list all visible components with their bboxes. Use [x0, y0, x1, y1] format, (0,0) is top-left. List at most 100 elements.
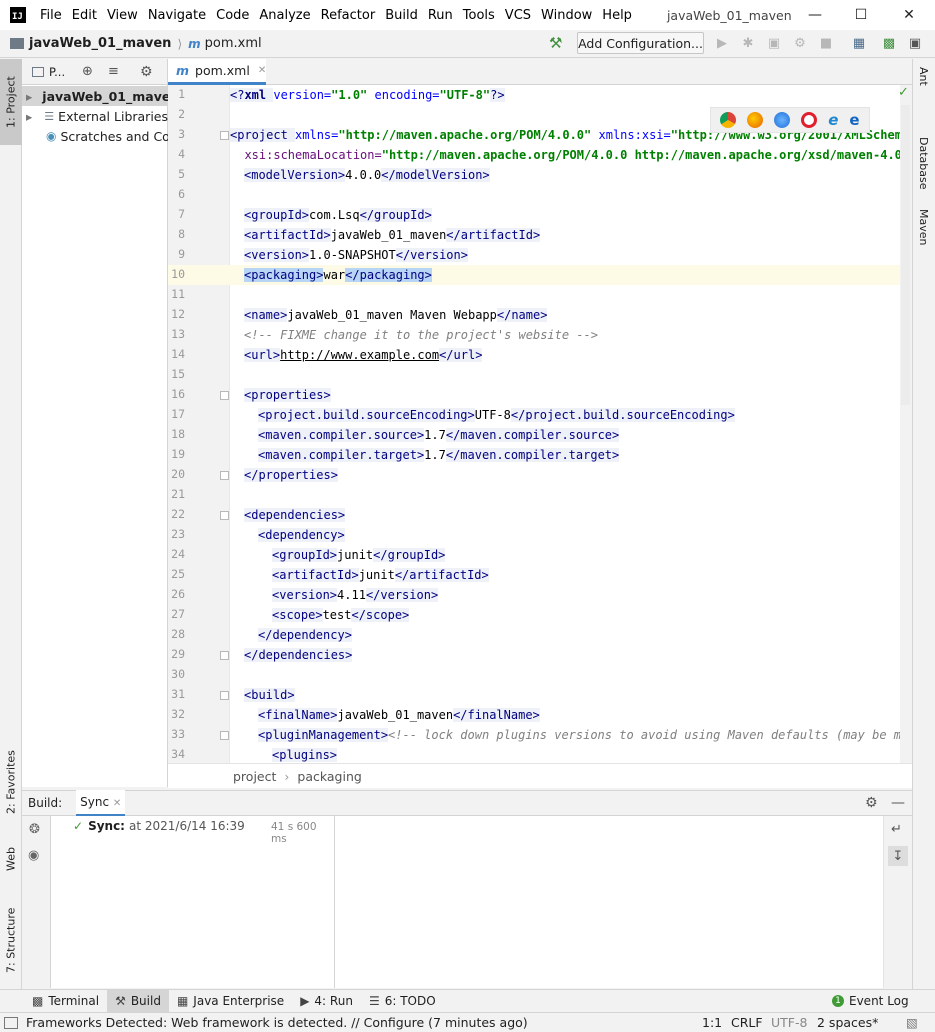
menu-help[interactable]: Help: [602, 8, 632, 23]
build-tree: ✓ Sync: at 2021/6/14 16:39 41 s 600 ms: [51, 816, 335, 988]
line-number: 1: [178, 87, 185, 101]
tab-structure[interactable]: 7: Structure: [0, 895, 22, 985]
safari-icon[interactable]: [774, 112, 791, 128]
menu-window[interactable]: Window: [541, 8, 592, 23]
line-number: 23: [171, 527, 185, 541]
close-tab-icon[interactable]: ✕: [258, 65, 266, 76]
fold-marker-icon[interactable]: [220, 691, 229, 700]
expand-arrow-icon[interactable]: ▸: [26, 89, 32, 104]
minimize-icon[interactable]: —: [792, 0, 838, 30]
ie-icon[interactable]: e: [828, 111, 838, 129]
gear-icon[interactable]: ⚙: [865, 795, 878, 811]
debug-icon[interactable]: ✱: [738, 33, 758, 53]
line-separator[interactable]: CRLF: [731, 1015, 763, 1030]
hide-panel-icon[interactable]: —: [891, 795, 905, 811]
tree-item-project[interactable]: ▸ javaWeb_01_maven: [22, 86, 168, 106]
fold-marker-icon[interactable]: [220, 391, 229, 400]
tab-project[interactable]: 1: Project: [0, 59, 22, 145]
toolwindow-label: Java Enterprise: [193, 994, 285, 1008]
fold-marker-icon[interactable]: [220, 131, 229, 140]
soft-wrap-icon[interactable]: ↵: [891, 822, 902, 837]
add-configuration-button[interactable]: Add Configuration...: [577, 32, 704, 54]
java-enterprise-icon: ▦: [176, 994, 189, 1008]
breadcrumb-packaging[interactable]: packaging: [297, 769, 361, 784]
menu-edit[interactable]: Edit: [72, 8, 97, 23]
chrome-icon[interactable]: [720, 112, 737, 128]
menu-navigate[interactable]: Navigate: [148, 8, 206, 23]
scroll-to-end-icon[interactable]: ↧: [888, 846, 908, 866]
maximize-icon[interactable]: ☐: [838, 0, 884, 30]
edge-icon[interactable]: e: [849, 111, 859, 129]
menu-view[interactable]: View: [107, 8, 138, 23]
tab-pom-xml[interactable]: m pom.xml ✕: [168, 59, 266, 85]
toggle-toolbar-icon[interactable]: ▣: [905, 33, 925, 53]
toolwindow-label: Terminal: [48, 994, 100, 1008]
stop-icon[interactable]: ■: [816, 33, 836, 53]
code-line: </dependency>: [258, 628, 352, 642]
toolwindow-todo[interactable]: ☰ 6: TODO: [361, 990, 444, 1013]
run-icon[interactable]: ▶: [712, 33, 732, 53]
menu-file[interactable]: File: [40, 8, 62, 23]
toolwindow-build[interactable]: ⚒ Build: [107, 989, 169, 1013]
fold-marker-icon[interactable]: [220, 511, 229, 520]
toolwindow-run[interactable]: ▶ 4: Run: [292, 990, 361, 1013]
menu-code[interactable]: Code: [216, 8, 249, 23]
status-message[interactable]: Frameworks Detected: Web framework is de…: [26, 1015, 528, 1030]
locate-icon[interactable]: ⊕: [82, 64, 93, 79]
editor-scrollbar[interactable]: [901, 105, 910, 405]
sync-duration: 41 s 600 ms: [271, 821, 317, 845]
library-icon: ☰: [44, 109, 55, 123]
file-encoding[interactable]: UTF-8: [771, 1015, 807, 1030]
menu-tools[interactable]: Tools: [463, 8, 495, 23]
expand-arrow-icon[interactable]: ▸: [26, 109, 38, 124]
toolwindow-java-enterprise[interactable]: ▦ Java Enterprise: [169, 990, 292, 1013]
folder-icon: [10, 38, 24, 49]
menu-build[interactable]: Build: [385, 8, 418, 23]
project-structure-icon[interactable]: ▦: [849, 33, 869, 53]
build-sync-row[interactable]: ✓ Sync: at 2021/6/14 16:39: [73, 819, 245, 833]
menu-refactor[interactable]: Refactor: [321, 8, 376, 23]
breadcrumb-project[interactable]: project: [233, 769, 276, 784]
coverage-icon[interactable]: ▣: [764, 33, 784, 53]
nav-file[interactable]: pom.xml: [205, 36, 262, 51]
chevron-right-icon: ›: [284, 768, 290, 784]
tab-favorites[interactable]: 2: Favorites: [0, 737, 22, 827]
tab-database[interactable]: Database: [917, 137, 930, 190]
code-line: <properties>: [244, 388, 331, 402]
menu-analyze[interactable]: Analyze: [259, 8, 310, 23]
tree-item-scratches[interactable]: ◉ Scratches and Consoles: [22, 126, 168, 146]
tab-sync[interactable]: Sync ✕: [76, 789, 126, 817]
fold-marker-icon[interactable]: [220, 651, 229, 660]
gear-icon[interactable]: ⚙: [140, 64, 153, 80]
vcs-update-icon[interactable]: ▩: [879, 33, 899, 53]
menu-run[interactable]: Run: [428, 8, 453, 23]
tab-ant[interactable]: Ant: [917, 67, 930, 86]
lock-icon[interactable]: ▧: [906, 1015, 918, 1030]
firefox-icon[interactable]: [747, 112, 764, 128]
tab-maven[interactable]: Maven: [917, 209, 930, 245]
fold-marker-icon[interactable]: [220, 471, 229, 480]
toolwindow-event-log[interactable]: 1 Event Log: [824, 990, 917, 1013]
status-toggle-icon[interactable]: [4, 1016, 18, 1029]
menu-vcs[interactable]: VCS: [505, 8, 531, 23]
nav-project[interactable]: javaWeb_01_maven: [29, 36, 171, 51]
fold-marker-icon[interactable]: [220, 731, 229, 740]
tree-item-external-libraries[interactable]: ▸ ☰ External Libraries: [22, 106, 168, 126]
pin-icon[interactable]: ❂: [29, 822, 40, 837]
eye-icon[interactable]: ◉: [28, 848, 39, 863]
caret-position[interactable]: 1:1: [702, 1015, 722, 1030]
toolwindow-terminal[interactable]: ▩ Terminal: [24, 990, 107, 1013]
build-hammer-icon[interactable]: ⚒: [549, 34, 562, 52]
code-editor[interactable]: <?xml version="1.0" encoding="UTF-8"?> <…: [230, 85, 900, 763]
opera-icon[interactable]: [801, 112, 818, 128]
close-tab-icon[interactable]: ✕: [113, 798, 121, 809]
tab-web[interactable]: Web: [0, 835, 22, 883]
indent-setting[interactable]: 2 spaces*: [817, 1015, 878, 1030]
hammer-icon: ⚒: [115, 994, 126, 1008]
collapse-all-icon[interactable]: ≡: [108, 64, 119, 79]
project-view-selector[interactable]: P...: [49, 65, 65, 79]
line-number: 12: [171, 307, 185, 321]
profile-icon[interactable]: ⚙: [790, 33, 810, 53]
close-icon[interactable]: ✕: [886, 0, 932, 30]
line-number: 10: [171, 267, 185, 281]
